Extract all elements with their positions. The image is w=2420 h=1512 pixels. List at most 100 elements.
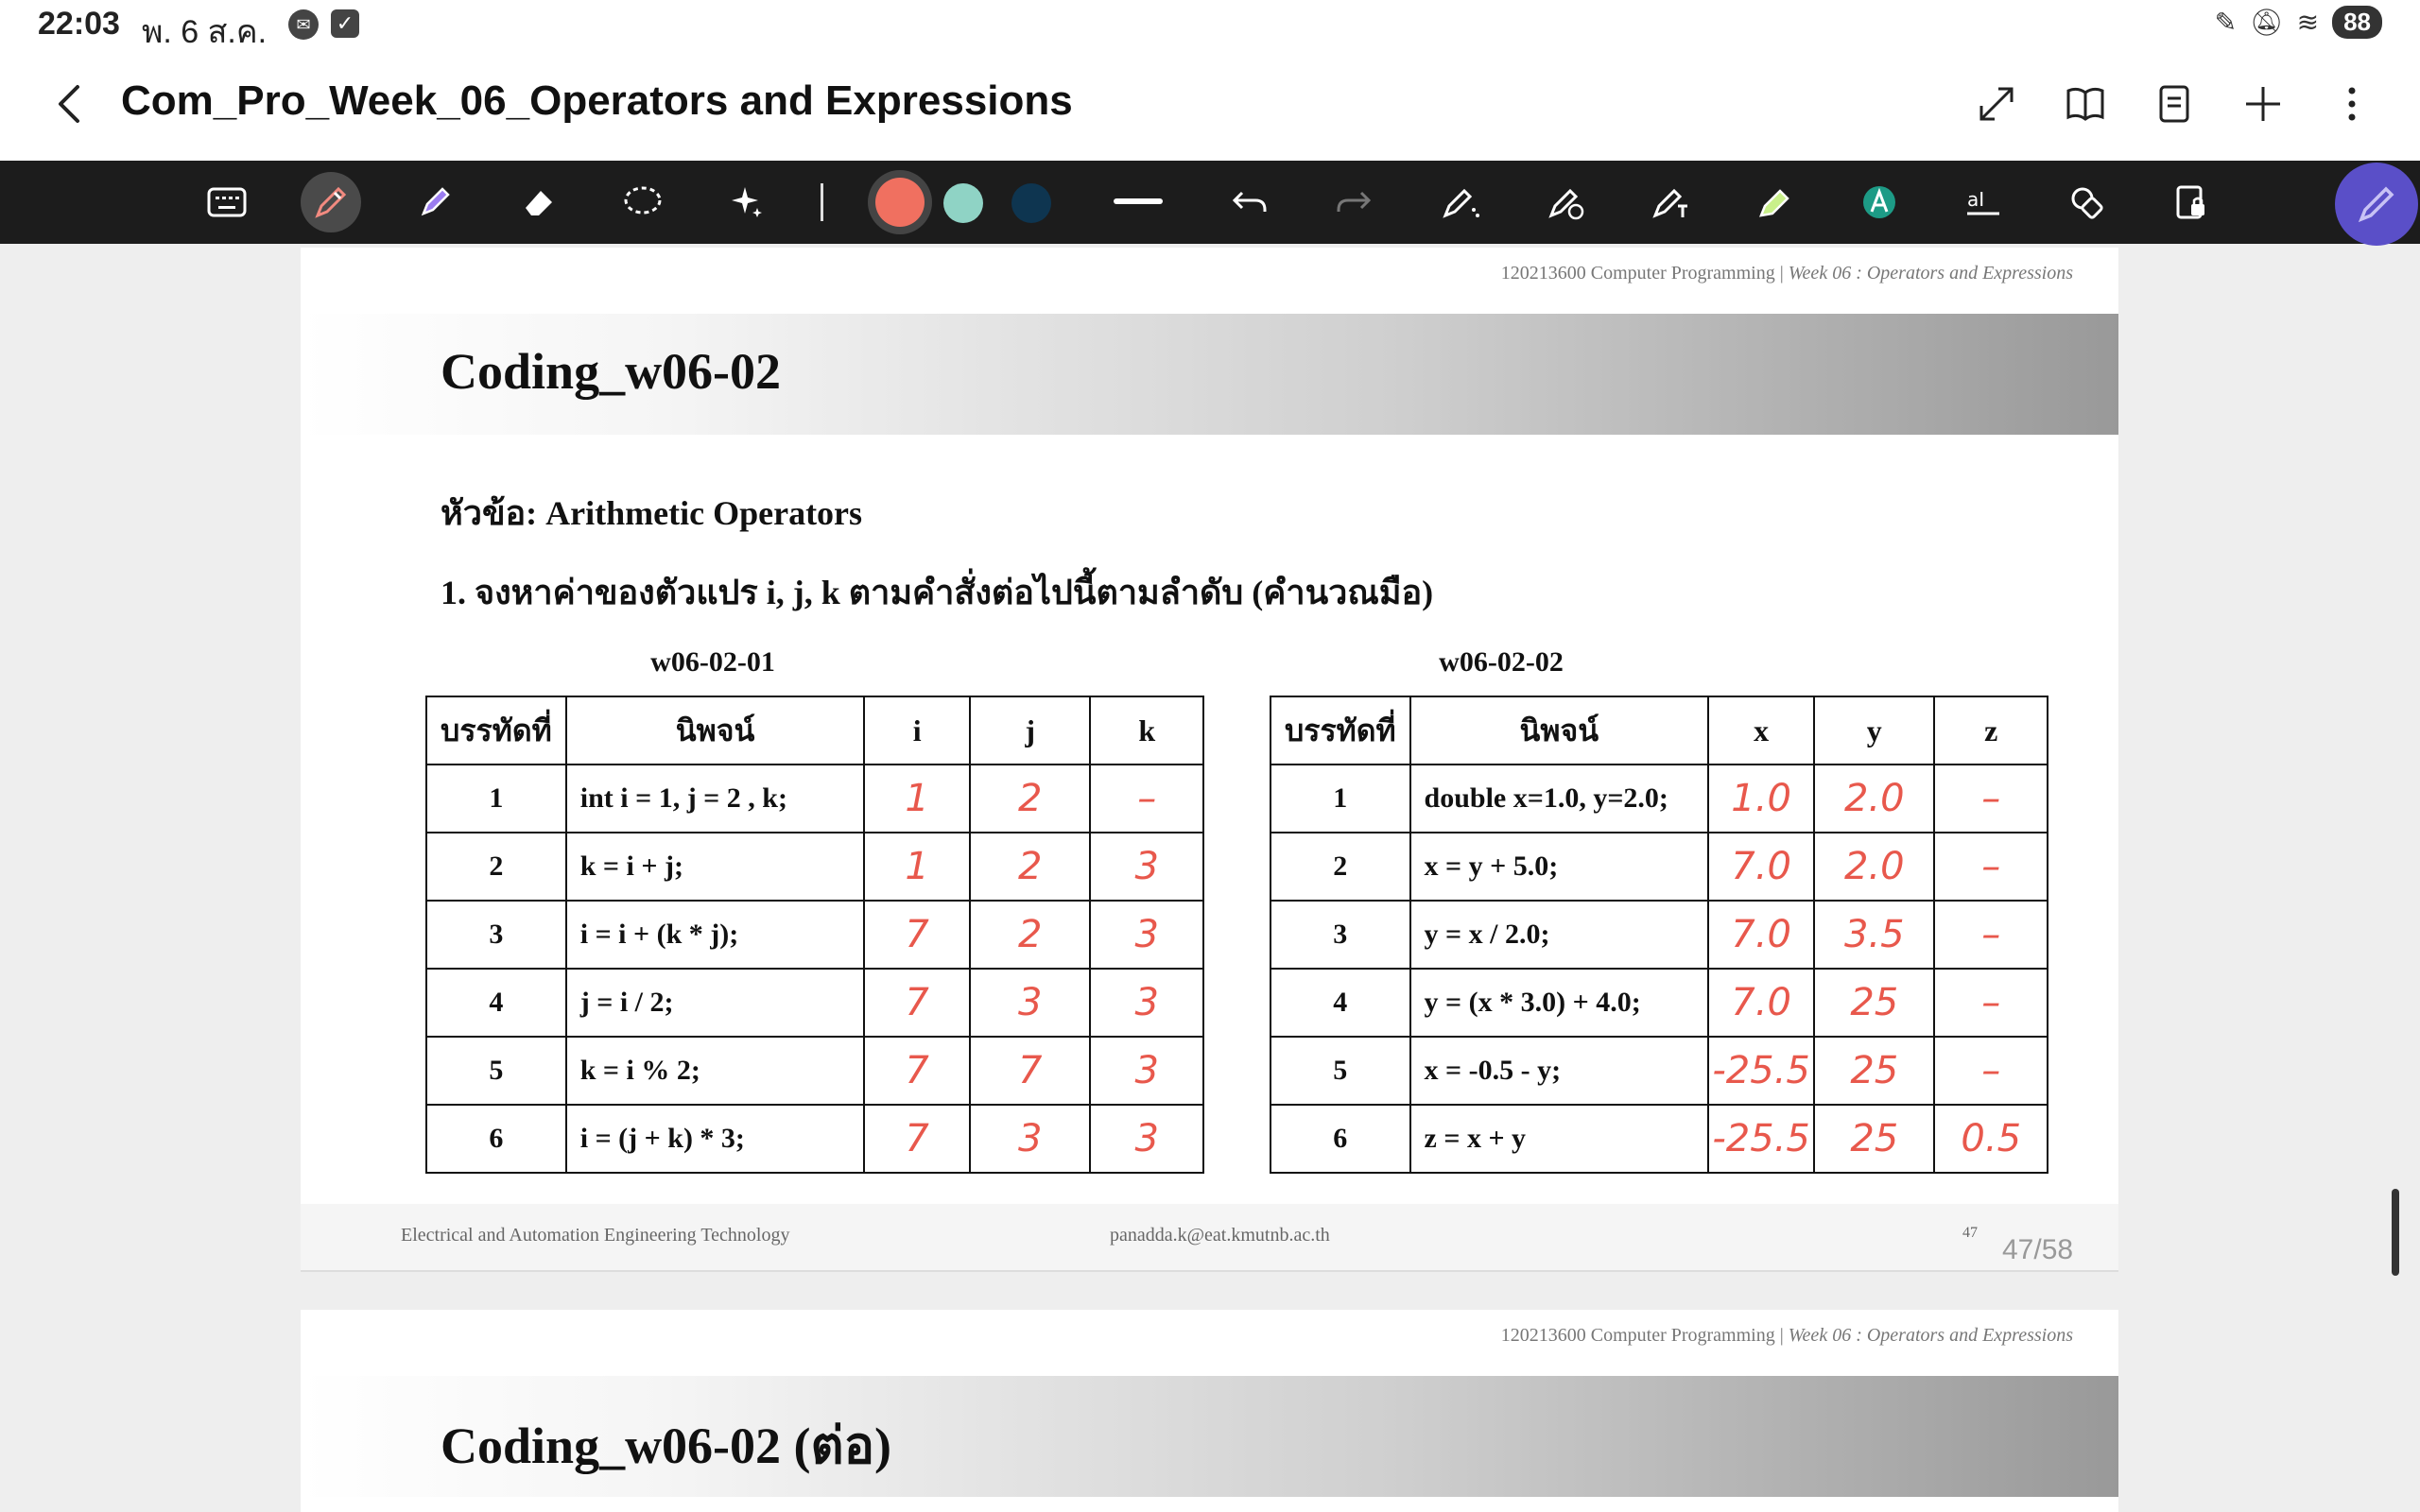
handwritten-answer-cell: – xyxy=(1933,968,2048,1038)
handwritten-answer-cell: 1.0 xyxy=(1707,764,1816,833)
table-row: 2k = i + j; 1 2 3 xyxy=(425,832,1204,902)
scrollbar-handle[interactable] xyxy=(2392,1189,2399,1276)
title-bar: Com_Pro_Week_06_Operators and Expression… xyxy=(0,47,2420,161)
messenger-icon: ✉ xyxy=(288,9,319,40)
footer-page-number: 47 xyxy=(1962,1225,1978,1241)
annotation-toolbar: aI xyxy=(0,161,2420,244)
line-number-cell: 4 xyxy=(1270,968,1411,1038)
table-header-row: บรรทัดที่ นิพจน์ i j k xyxy=(425,696,1204,765)
slide-title: Coding_w06-02 (ต่อ) xyxy=(441,1418,892,1474)
eraser-icon xyxy=(526,191,552,215)
handwritten-answer-cell: 7 xyxy=(863,1036,971,1106)
outline-button[interactable] xyxy=(2153,76,2195,132)
undo-button[interactable] xyxy=(1219,172,1280,232)
handwritten-answer-cell: 2 xyxy=(968,900,1092,970)
status-time: 22:03 xyxy=(38,6,120,42)
header-separator: | xyxy=(1774,1325,1789,1346)
pen-text-icon xyxy=(1652,188,1687,218)
color-swatch-teal[interactable] xyxy=(943,183,983,223)
expression-cell: i = (j + k) * 3; xyxy=(564,1104,866,1174)
column-header: z xyxy=(1933,696,2048,765)
handwritten-answer-cell: – xyxy=(1933,764,2048,833)
line-number-cell: 2 xyxy=(425,832,567,902)
back-button[interactable] xyxy=(47,76,95,132)
expand-icon xyxy=(1979,87,2014,121)
title-banner: Coding_w06-02 (ต่อ) xyxy=(301,1376,2118,1497)
topic-heading: หัวข้อ: Arithmetic Operators xyxy=(441,494,863,532)
table-row: 3i = i + (k * j); 7 2 3 xyxy=(425,900,1204,970)
expression-cell: double x=1.0, y=2.0; xyxy=(1409,764,1710,833)
marker-tool[interactable] xyxy=(1745,172,1806,232)
color-swatch-red[interactable] xyxy=(875,178,925,227)
floating-pen-button[interactable] xyxy=(2335,163,2418,246)
column-header: บรรทัดที่ xyxy=(425,696,567,765)
page-header: 120213600 Computer Programming | Week 06… xyxy=(1501,1325,2073,1347)
add-page-button[interactable] xyxy=(2242,76,2284,132)
line-number-cell: 6 xyxy=(425,1104,567,1174)
table-row: 4y = (x * 3.0) + 4.0; 7.0 25– xyxy=(1270,968,2048,1038)
expand-button[interactable] xyxy=(1976,76,2017,132)
column-header: y xyxy=(1813,696,1936,765)
table-header-row: บรรทัดที่ นิพจน์ x y z xyxy=(1270,696,2048,765)
pen-icon xyxy=(315,186,347,218)
keyboard-tool[interactable] xyxy=(197,172,257,232)
text-style-tool[interactable] xyxy=(1849,172,1910,232)
handwritten-answer-cell: 1 xyxy=(863,764,971,833)
expression-cell: z = x + y xyxy=(1409,1104,1710,1174)
handwritten-answer-cell: 3 xyxy=(1089,900,1204,970)
handwritten-answer-cell: – xyxy=(1933,832,2048,902)
book-view-button[interactable] xyxy=(2065,76,2106,132)
handwritten-answer-cell: 3 xyxy=(968,968,1092,1038)
handwritten-answer-cell: 3 xyxy=(1089,832,1204,902)
line-number-cell: 3 xyxy=(425,900,567,970)
table-row: 1 double x=1.0, y=2.0; 1.0 2.0– xyxy=(1270,764,2048,833)
chevron-left-icon xyxy=(59,85,79,123)
table2: บรรทัดที่ นิพจน์ x y z 1 double x=1.0, y=2.0; 1… xyxy=(1270,696,2048,1174)
lock-page-tool[interactable] xyxy=(2161,172,2221,232)
eraser-tool[interactable] xyxy=(509,172,569,232)
pen-settings-tool[interactable] xyxy=(1431,172,1492,232)
pen-shape-tool[interactable] xyxy=(1537,172,1598,232)
handwritten-answer-cell: – xyxy=(1089,764,1204,833)
book-icon xyxy=(2066,87,2104,121)
stroke-width-tool[interactable] xyxy=(1114,198,1163,204)
redo-icon xyxy=(1337,191,1372,212)
handwritten-answer-cell: 2.0 xyxy=(1813,832,1936,902)
column-header: นิพจน์ xyxy=(1409,696,1710,765)
more-button[interactable] xyxy=(2331,76,2373,132)
text-recognize-icon: aI xyxy=(1967,188,1999,215)
shapes-tool[interactable] xyxy=(2057,172,2118,232)
title-banner: Coding_w06-02 xyxy=(301,314,2118,435)
marker-icon xyxy=(1759,189,1789,217)
expression-cell: i = i + (k * j); xyxy=(564,900,866,970)
battery-badge: 88 xyxy=(2332,6,2382,39)
pdf-page-48: 120213600 Computer Programming | Week 06… xyxy=(301,1310,2118,1512)
header-course: 120213600 Computer Programming xyxy=(1500,263,1775,284)
ocr-tool[interactable]: aI xyxy=(1953,172,2014,232)
handwritten-answer-cell: 7.0 xyxy=(1707,900,1816,970)
pen-text-tool[interactable] xyxy=(1641,172,1702,232)
ai-tool[interactable] xyxy=(717,172,777,232)
handwritten-answer-cell: 3 xyxy=(1089,1104,1204,1174)
expression-cell: y = x / 2.0; xyxy=(1409,900,1710,970)
document-title: Com_Pro_Week_06_Operators and Expression… xyxy=(121,77,1073,124)
pen-tool[interactable] xyxy=(301,172,361,232)
question-text: 1. จงหาค่าของตัวแปร i, j, k ตามคำสั่งต่อ… xyxy=(441,574,1434,611)
highlighter-tool[interactable] xyxy=(405,172,465,232)
footer-department: Electrical and Automation Engineering Te… xyxy=(401,1225,790,1246)
lasso-tool[interactable] xyxy=(613,172,673,232)
line-number-cell: 5 xyxy=(425,1036,567,1106)
redo-button[interactable] xyxy=(1323,172,1384,232)
handwritten-answer-cell: -25.5 xyxy=(1707,1036,1816,1106)
document-list-icon xyxy=(2159,85,2189,123)
line-number-cell: 1 xyxy=(425,764,567,833)
color-swatch-navy[interactable] xyxy=(1011,183,1051,223)
table-row: 5x = -0.5 - y; -25.5 25– xyxy=(1270,1036,2048,1106)
table1: บรรทัดที่ นิพจน์ i j k 1 int i = 1, j = 2 , k;… xyxy=(425,696,1204,1174)
handwritten-answer-cell: 2.0 xyxy=(1813,764,1936,833)
table2-caption: w06-02-02 xyxy=(1439,646,1564,678)
mute-icon: 🔕︎ xyxy=(2250,8,2284,37)
column-header: บรรทัดที่ xyxy=(1270,696,1411,765)
handwritten-answer-cell: 25 xyxy=(1813,1104,1936,1174)
page-footer: Electrical and Automation Engineering Te… xyxy=(301,1204,2118,1272)
